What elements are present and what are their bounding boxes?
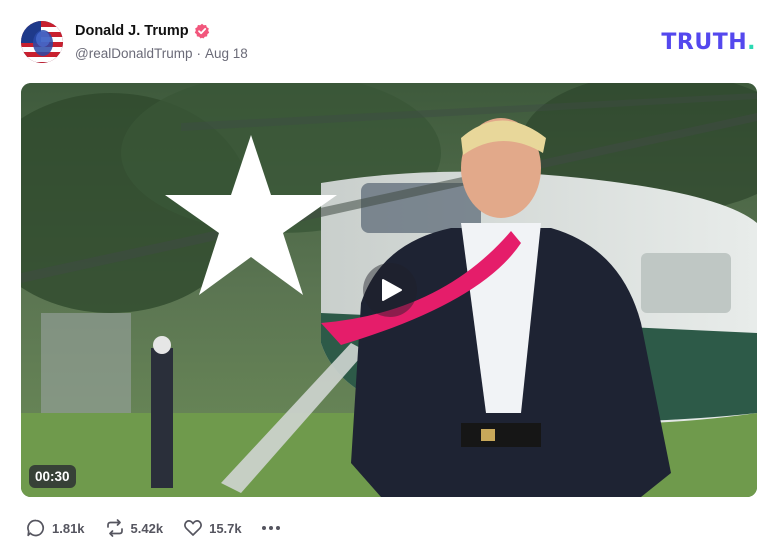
- like-button[interactable]: 15.7k: [183, 518, 242, 538]
- reply-count: 1.81k: [52, 520, 85, 536]
- more-horizontal-icon: [261, 526, 266, 530]
- logo-text: TRUTH: [661, 30, 748, 55]
- avatar[interactable]: [21, 21, 63, 63]
- play-icon: [382, 279, 402, 301]
- more-dot: [275, 526, 280, 530]
- play-button[interactable]: [363, 263, 417, 317]
- comment-icon: [27, 519, 45, 537]
- flag-avatar-icon: [21, 21, 63, 63]
- heart-icon: [184, 520, 203, 536]
- video-player[interactable]: 00:30: [21, 83, 757, 497]
- like-count: 15.7k: [209, 520, 242, 536]
- action-bar: 1.81k 5.42k 15.7k: [26, 518, 280, 538]
- author-handle[interactable]: @realDonaldTrump: [75, 46, 193, 61]
- truth-logo[interactable]: TRUTH.: [661, 30, 756, 55]
- verified-badge-icon: [194, 23, 210, 39]
- post-date[interactable]: Aug 18: [205, 46, 248, 61]
- retruth-button[interactable]: 5.42k: [105, 518, 164, 538]
- more-dot: [268, 526, 273, 530]
- reply-button[interactable]: 1.81k: [26, 518, 85, 538]
- author-name[interactable]: Donald J. Trump: [75, 23, 189, 39]
- post-card: Donald J. Trump @realDonaldTrump · Aug 1…: [0, 0, 778, 559]
- logo-dot: .: [747, 30, 756, 55]
- more-options-button[interactable]: [261, 520, 280, 536]
- repost-icon: [106, 519, 123, 537]
- retruth-count: 5.42k: [130, 520, 164, 536]
- meta-separator: ·: [196, 46, 202, 61]
- video-duration: 00:30: [29, 465, 76, 488]
